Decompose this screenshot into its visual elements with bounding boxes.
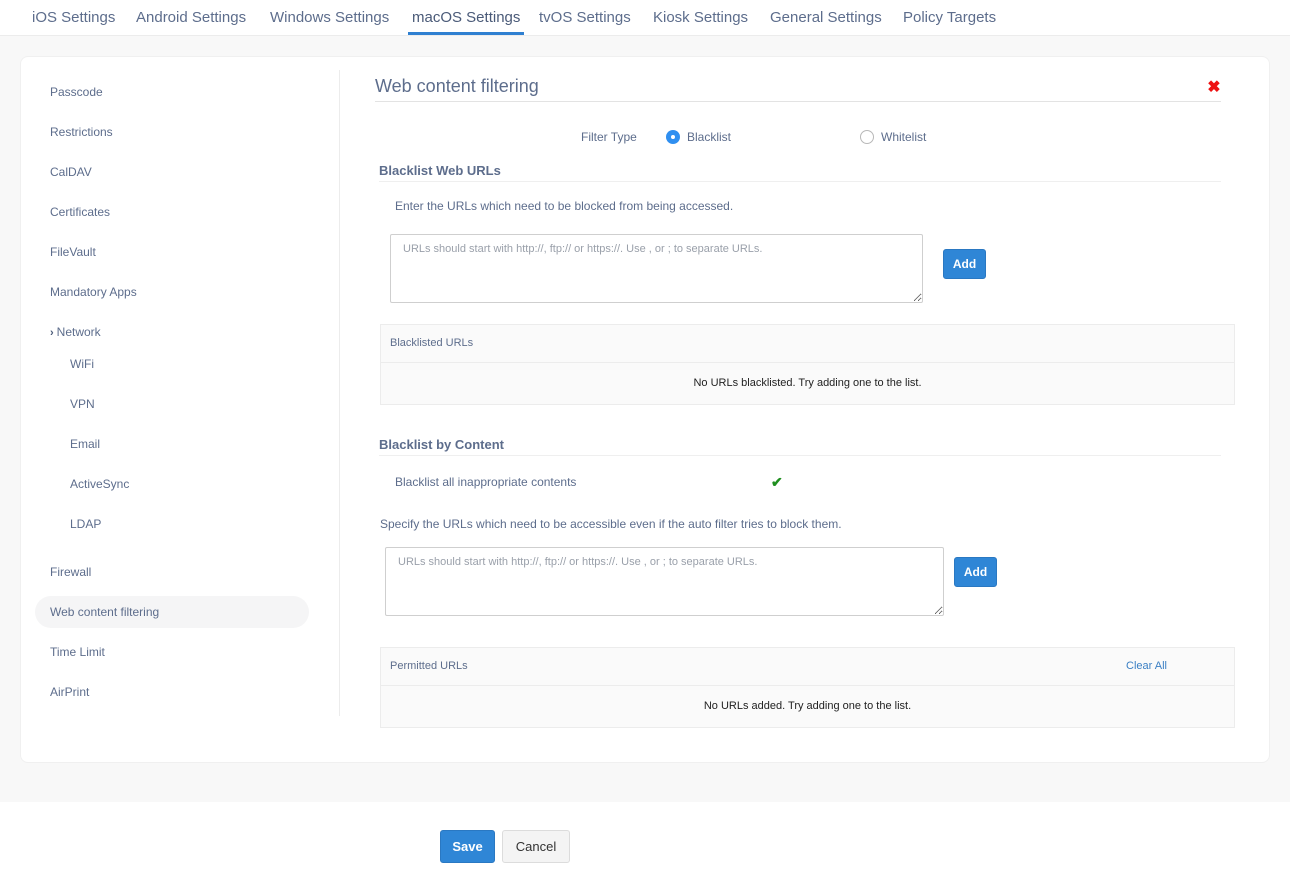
sidebar-item-network[interactable]: › Network <box>50 324 101 340</box>
sidebar-item-wifi[interactable]: WiFi <box>70 356 94 372</box>
sidebar-item-activesync[interactable]: ActiveSync <box>70 476 129 492</box>
radio-blacklist-label[interactable]: Blacklist <box>687 130 731 144</box>
sidebar-item-filevault[interactable]: FileVault <box>50 244 96 260</box>
permitted-urls-header: Permitted URLs <box>390 660 468 672</box>
permitted-urls-table: Permitted URLs Clear All No URLs added. … <box>380 647 1235 728</box>
section-divider <box>379 455 1221 456</box>
sidebar-item-vpn[interactable]: VPN <box>70 396 95 412</box>
tab-macos-settings[interactable]: macOS Settings <box>407 0 525 36</box>
cancel-button[interactable]: Cancel <box>502 830 570 863</box>
title-divider <box>375 101 1221 102</box>
sidebar-item-caldav[interactable]: CalDAV <box>50 164 92 180</box>
empty-message: No URLs blacklisted. Try adding one to t… <box>693 377 922 389</box>
radio-blacklist[interactable] <box>666 130 680 144</box>
tab-kiosk-settings[interactable]: Kiosk Settings <box>653 0 748 36</box>
sidebar-item-web-content-filtering[interactable]: Web content filtering <box>35 596 309 628</box>
tab-policy-targets[interactable]: Policy Targets <box>903 0 996 36</box>
sidebar-item-ldap[interactable]: LDAP <box>70 516 101 532</box>
add-blacklist-url-button[interactable]: Add <box>943 249 986 279</box>
chevron-right-icon: › <box>50 327 54 339</box>
sidebar-item-mandatory-apps[interactable]: Mandatory Apps <box>50 284 137 300</box>
sidebar-item-certificates[interactable]: Certificates <box>50 204 110 220</box>
tab-ios-settings[interactable]: iOS Settings <box>32 0 115 36</box>
radio-whitelist-label[interactable]: Whitelist <box>881 130 926 144</box>
tab-windows-settings[interactable]: Windows Settings <box>270 0 389 36</box>
table-header: Permitted URLs Clear All <box>381 648 1234 686</box>
blacklisted-urls-table: Blacklisted URLs No URLs blacklisted. Tr… <box>380 324 1235 405</box>
permitted-url-input[interactable] <box>385 547 944 616</box>
blacklist-urls-description: Enter the URLs which need to be blocked … <box>395 199 734 213</box>
top-tab-bar: iOS Settings Android Settings Windows Se… <box>0 0 1290 36</box>
sidebar-item-restrictions[interactable]: Restrictions <box>50 124 113 140</box>
clear-all-link[interactable]: Clear All <box>1126 660 1167 672</box>
sidebar: Passcode Restrictions CalDAV Certificate… <box>20 70 340 716</box>
blacklist-urls-heading: Blacklist Web URLs <box>379 163 501 178</box>
tab-android-settings[interactable]: Android Settings <box>136 0 246 36</box>
filter-type-label: Filter Type <box>581 130 637 144</box>
section-divider <box>379 181 1221 182</box>
sidebar-item-passcode[interactable]: Passcode <box>50 84 103 100</box>
sidebar-item-firewall[interactable]: Firewall <box>50 564 91 580</box>
sidebar-item-email[interactable]: Email <box>70 436 100 452</box>
sidebar-item-airprint[interactable]: AirPrint <box>50 684 89 700</box>
add-permitted-url-button[interactable]: Add <box>954 557 997 587</box>
radio-whitelist[interactable] <box>860 130 874 144</box>
close-icon[interactable]: ✖ <box>1206 80 1222 96</box>
sidebar-item-label: Network <box>56 325 101 339</box>
save-button[interactable]: Save <box>440 830 495 863</box>
page-title: Web content filtering <box>375 76 539 96</box>
blacklist-url-input[interactable] <box>390 234 923 303</box>
checkmark-icon[interactable]: ✔ <box>771 474 783 491</box>
blacklist-inappropriate-label: Blacklist all inappropriate contents <box>395 475 577 489</box>
blacklisted-urls-header: Blacklisted URLs <box>390 337 474 349</box>
table-header: Blacklisted URLs <box>381 325 1234 363</box>
blacklist-content-heading: Blacklist by Content <box>379 437 504 452</box>
sidebar-item-time-limit[interactable]: Time Limit <box>50 644 105 660</box>
empty-message: No URLs added. Try adding one to the lis… <box>703 700 912 712</box>
permitted-urls-description: Specify the URLs which need to be access… <box>380 517 842 531</box>
tab-tvos-settings[interactable]: tvOS Settings <box>539 0 631 36</box>
tab-general-settings[interactable]: General Settings <box>770 0 882 36</box>
